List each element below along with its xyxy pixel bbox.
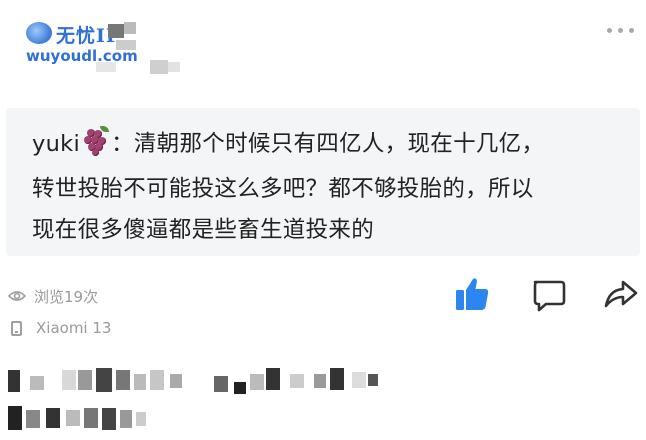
views-row: 浏览19次 [8,285,98,307]
quote-text-1: ：清朝那个时候只有四亿人，现在十几亿， [111,131,545,157]
more-dot [628,27,634,33]
quote-line-1: yuki ：清朝那个时候只有四亿人，现在十几亿， [32,126,544,158]
share-icon [604,280,638,308]
comment-button[interactable] [529,274,569,314]
thumbs-up-icon [456,278,489,310]
views-count: 浏览19次 [34,287,99,306]
quote-text-3: 现在很多傻逼都是些畜生道投来的 [32,217,375,243]
quoted-comment: yuki ：清朝那个时候只有四亿人，现在十几亿， 转世投胎不可能投这么多吧？都不… [6,108,640,256]
quote-username: yuki [32,131,81,157]
grapes-emoji-icon [81,126,111,156]
device-row: Xiaomi 13 [11,317,111,339]
phone-icon [11,320,22,336]
share-button[interactable] [601,274,641,314]
more-dot [617,27,623,33]
eye-icon [8,291,26,301]
like-button[interactable] [452,274,492,314]
comment-icon [533,280,566,312]
device-name: Xiaomi 13 [36,319,112,337]
author-info-pixelated [0,0,200,90]
more-dots-icon [606,27,612,33]
more-menu-button[interactable] [600,22,640,38]
quote-text-2: 转世投胎不可能投这么多吧？都不够投胎的，所以 [32,176,534,202]
reply-text-pixelated [0,360,646,440]
